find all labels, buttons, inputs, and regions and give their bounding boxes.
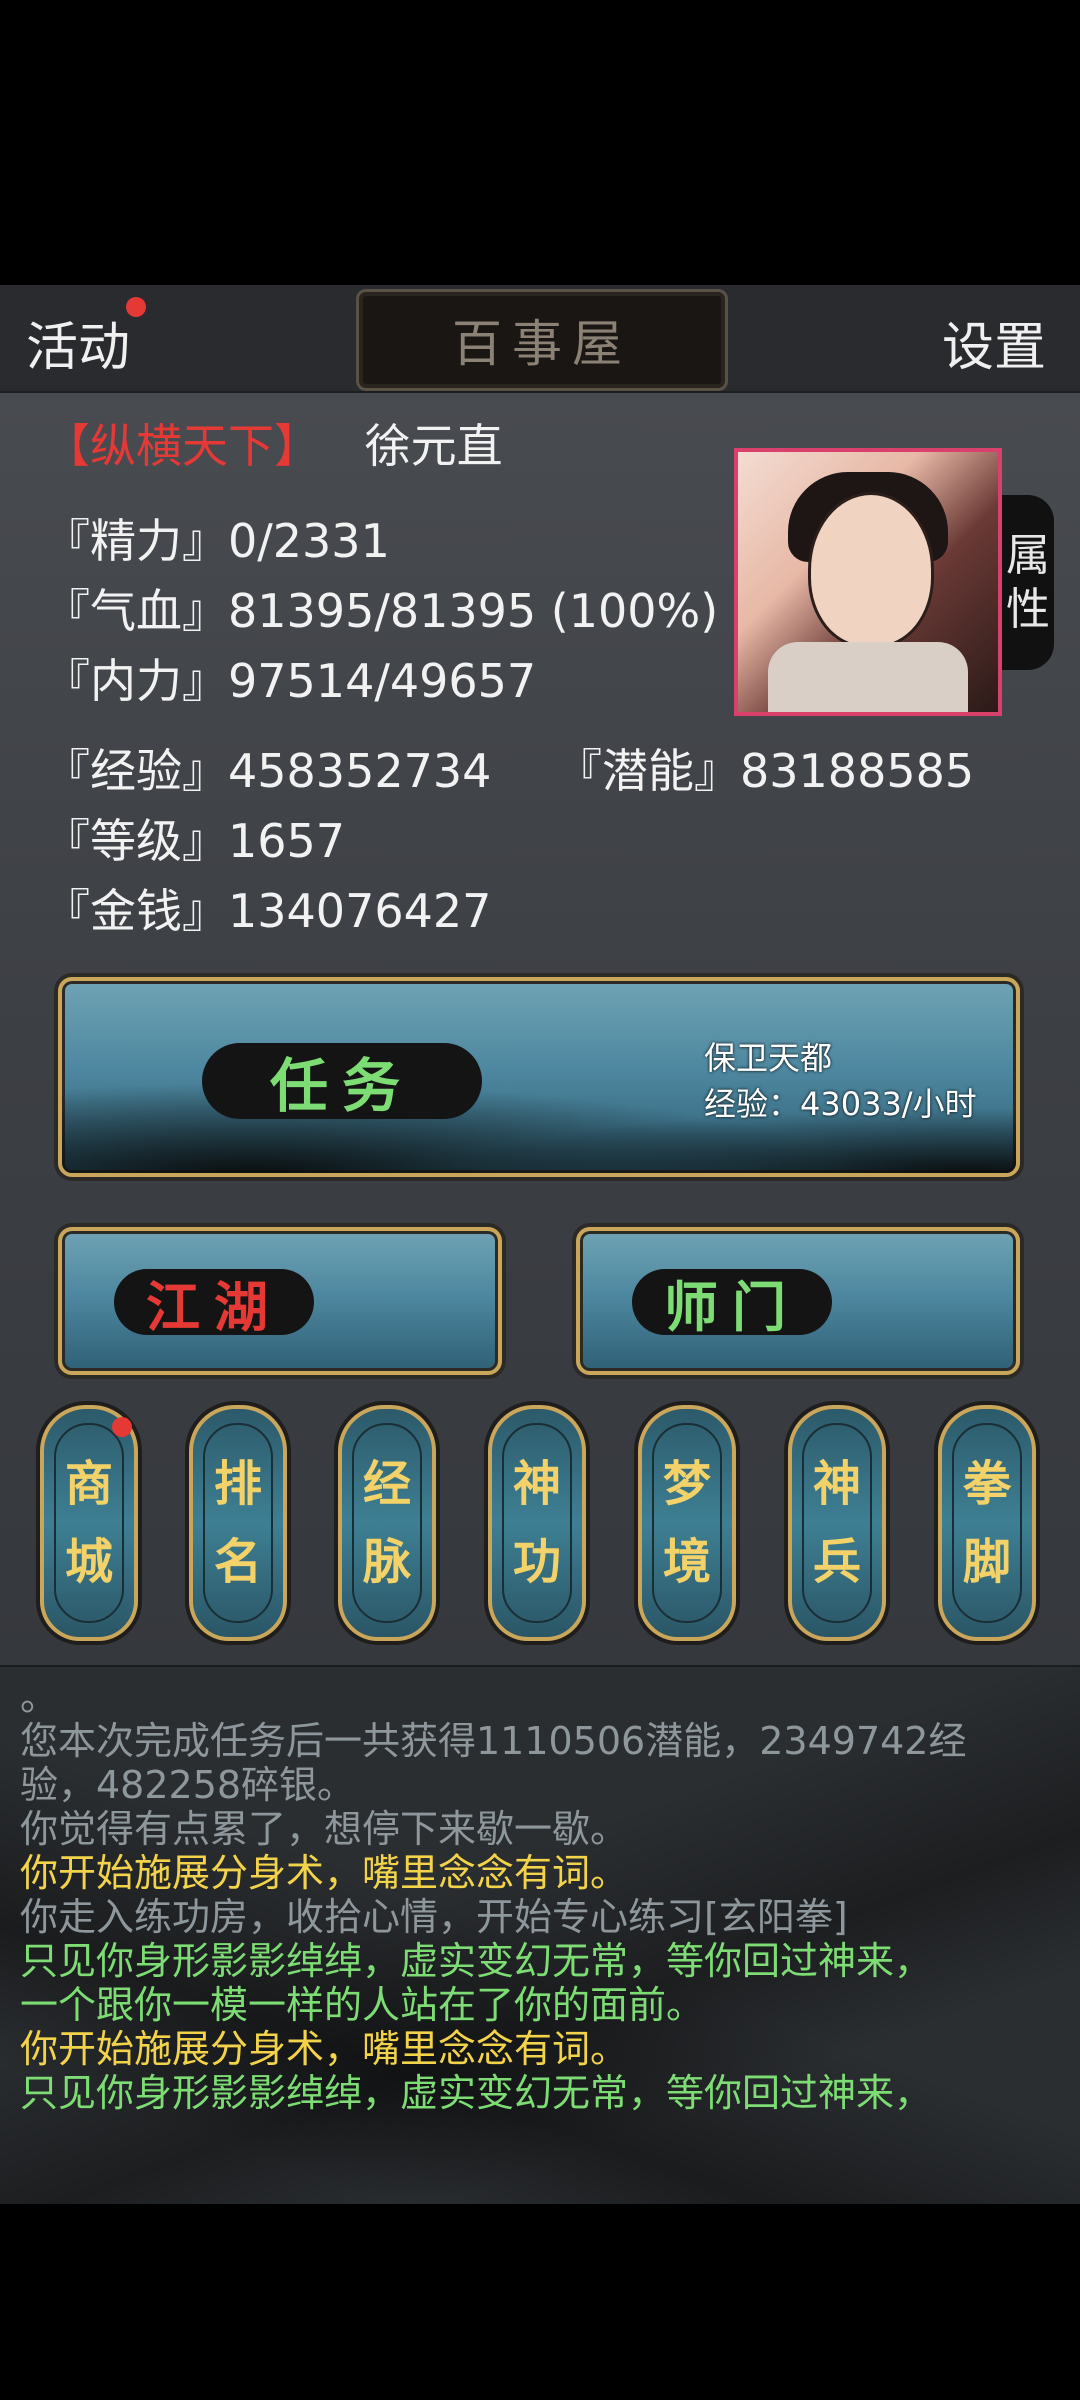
menu-char: 梦 bbox=[662, 1456, 711, 1512]
settings-button[interactable]: 设置 bbox=[942, 305, 1046, 380]
log-line: 你开始施展分身术，嘴里念念有词。 bbox=[20, 2027, 629, 2071]
player-name: 徐元直 bbox=[364, 419, 503, 473]
stat-qianneng: 『潜能』83188585 bbox=[556, 744, 975, 798]
jianghu-label-pill: 江湖 bbox=[114, 1269, 314, 1339]
shimen-button[interactable]: 师门 bbox=[576, 1227, 1020, 1375]
task-banner[interactable]: 任务 保卫天都 经验：43033/小时 bbox=[58, 977, 1020, 1177]
menu-char: 拳 bbox=[962, 1456, 1011, 1512]
page-title: 百事屋 bbox=[356, 289, 728, 391]
menu-char: 排 bbox=[213, 1456, 262, 1512]
log-line: 你走入练功房，收拾心情，开始专心练习[玄阳拳] bbox=[20, 1895, 848, 1939]
log-line: 只见你身形影影绰绰，虚实变幻无常，等你回过神来， bbox=[20, 1939, 933, 1983]
log-line: 你觉得有点累了，想停下来歇一歇。 bbox=[20, 1807, 629, 1851]
page-title-text: 百事屋 bbox=[452, 315, 632, 373]
log-line: 只见你身形影影绰绰，虚实变幻无常，等你回过神来， bbox=[20, 2071, 933, 2115]
player-header: 【纵横天下】 徐元直 bbox=[44, 410, 503, 476]
stat-neili: 『内力』97514/49657 bbox=[44, 654, 537, 708]
stat-qixue: 『气血』81395/81395 (100%) bbox=[44, 584, 719, 638]
activity-label: 活动 bbox=[26, 318, 131, 378]
task-label-pill: 任务 bbox=[202, 1043, 482, 1120]
menu-char: 兵 bbox=[812, 1534, 861, 1590]
attributes-tab[interactable]: 属 性 bbox=[1002, 495, 1054, 670]
menu-char: 脚 bbox=[962, 1534, 1011, 1590]
game-screen: 活动 百事屋 设置 【纵横天下】 徐元直 『精力』0/2331 『气血』8139… bbox=[0, 285, 1080, 2204]
shop-notification-dot bbox=[112, 1417, 132, 1437]
task-name: 保卫天都 bbox=[704, 1039, 833, 1077]
log-line: 验，482258碎银。 bbox=[20, 1763, 356, 1807]
menu-button-shop[interactable]: 商 城 bbox=[40, 1405, 138, 1641]
menu-button-fist-kick[interactable]: 拳 脚 bbox=[938, 1405, 1036, 1641]
jianghu-label: 江湖 bbox=[146, 1274, 282, 1339]
menu-char: 城 bbox=[64, 1534, 113, 1590]
log-line: 你开始施展分身术，嘴里念念有词。 bbox=[20, 1851, 629, 1895]
menu-button-divine-weapon[interactable]: 神 兵 bbox=[788, 1405, 886, 1641]
menu-char: 脉 bbox=[362, 1534, 411, 1590]
menu-char: 经 bbox=[362, 1456, 411, 1512]
stat-jingyan: 『经验』458352734 bbox=[44, 744, 492, 798]
player-avatar[interactable] bbox=[734, 448, 1002, 716]
activity-button[interactable]: 活动 bbox=[26, 305, 130, 380]
log-line: 一个跟你一模一样的人站在了你的面前。 bbox=[20, 1983, 705, 2027]
menu-button-dream[interactable]: 梦 境 bbox=[638, 1405, 736, 1641]
message-log[interactable]: 。 您本次完成任务后一共获得1110506潜能，2349742经 验，48225… bbox=[0, 1665, 1080, 2204]
settings-label: 设置 bbox=[941, 318, 1046, 378]
sect-tag: 【纵横天下】 bbox=[44, 419, 320, 473]
top-bar: 活动 百事屋 设置 bbox=[0, 285, 1080, 393]
menu-char: 境 bbox=[662, 1534, 711, 1590]
menu-button-ranking[interactable]: 排 名 bbox=[189, 1405, 287, 1641]
stat-dengji: 『等级』1657 bbox=[44, 814, 346, 868]
stat-jingli: 『精力』0/2331 bbox=[44, 514, 390, 568]
jianghu-button[interactable]: 江湖 bbox=[58, 1227, 502, 1375]
attributes-tab-char-1: 属 bbox=[1006, 529, 1050, 581]
menu-char: 神 bbox=[512, 1456, 561, 1512]
menu-button-meridians[interactable]: 经 脉 bbox=[338, 1405, 436, 1641]
avatar-face bbox=[808, 492, 934, 648]
menu-button-divine-skill[interactable]: 神 功 bbox=[488, 1405, 586, 1641]
log-line: 。 bbox=[20, 1675, 59, 1719]
log-line: 您本次完成任务后一共获得1110506潜能，2349742经 bbox=[20, 1719, 967, 1763]
menu-char: 功 bbox=[512, 1534, 561, 1590]
task-label: 任务 bbox=[269, 1052, 414, 1120]
shimen-label-pill: 师门 bbox=[632, 1269, 832, 1339]
menu-char: 商 bbox=[64, 1456, 113, 1512]
stat-jinqian: 『金钱』134076427 bbox=[44, 884, 492, 938]
menu-char: 名 bbox=[213, 1534, 262, 1590]
menu-char: 神 bbox=[812, 1456, 861, 1512]
task-exp-rate: 经验：43033/小时 bbox=[704, 1085, 977, 1123]
attributes-tab-char-2: 性 bbox=[1006, 583, 1050, 635]
activity-notification-dot bbox=[126, 297, 146, 317]
avatar-robe bbox=[768, 642, 968, 712]
shimen-label: 师门 bbox=[664, 1274, 800, 1339]
